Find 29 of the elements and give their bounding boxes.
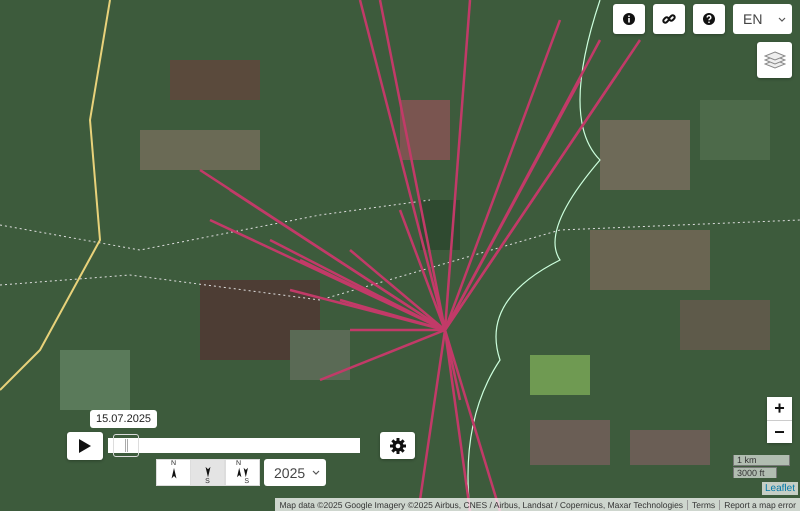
date-tooltip: 15.07.2025 bbox=[90, 410, 158, 428]
layers-icon bbox=[764, 50, 786, 70]
settings-button[interactable] bbox=[380, 432, 415, 459]
south-arrow-icon bbox=[204, 466, 212, 478]
scale-bar: 3000 ft bbox=[733, 467, 777, 478]
info-button[interactable] bbox=[613, 4, 645, 34]
link-icon bbox=[662, 12, 676, 26]
scale-bar: 1 km bbox=[733, 455, 790, 466]
link-button[interactable] bbox=[653, 4, 685, 34]
map-attribution: Map data ©2025 Google Imagery ©2025 Airbus, CNES / Airbus, Landsat / Copernicus, Maxar Technologies bbox=[278, 500, 684, 510]
timeline-slider[interactable] bbox=[108, 433, 360, 458]
help-button[interactable] bbox=[693, 4, 725, 34]
north-arrow-icon bbox=[170, 467, 178, 480]
layers-button[interactable] bbox=[757, 42, 792, 78]
north-south-arrows-icon bbox=[234, 467, 251, 478]
language-select[interactable]: EN bbox=[733, 4, 792, 34]
zoom-in-button[interactable]: + bbox=[767, 397, 792, 420]
caret-icon bbox=[312, 470, 320, 475]
year-select[interactable]: 2025 bbox=[264, 459, 326, 486]
slider-thumb[interactable] bbox=[112, 434, 139, 457]
play-icon bbox=[79, 439, 91, 453]
attribution-link[interactable]: Report a map error bbox=[719, 500, 800, 510]
attribution-link[interactable]: Terms bbox=[687, 500, 720, 510]
play-button[interactable] bbox=[67, 432, 103, 460]
zoom-out-button[interactable]: − bbox=[767, 420, 792, 443]
caret-icon bbox=[778, 16, 786, 22]
info-icon bbox=[623, 13, 635, 25]
help-icon bbox=[703, 13, 715, 25]
settings-icon bbox=[390, 438, 406, 454]
